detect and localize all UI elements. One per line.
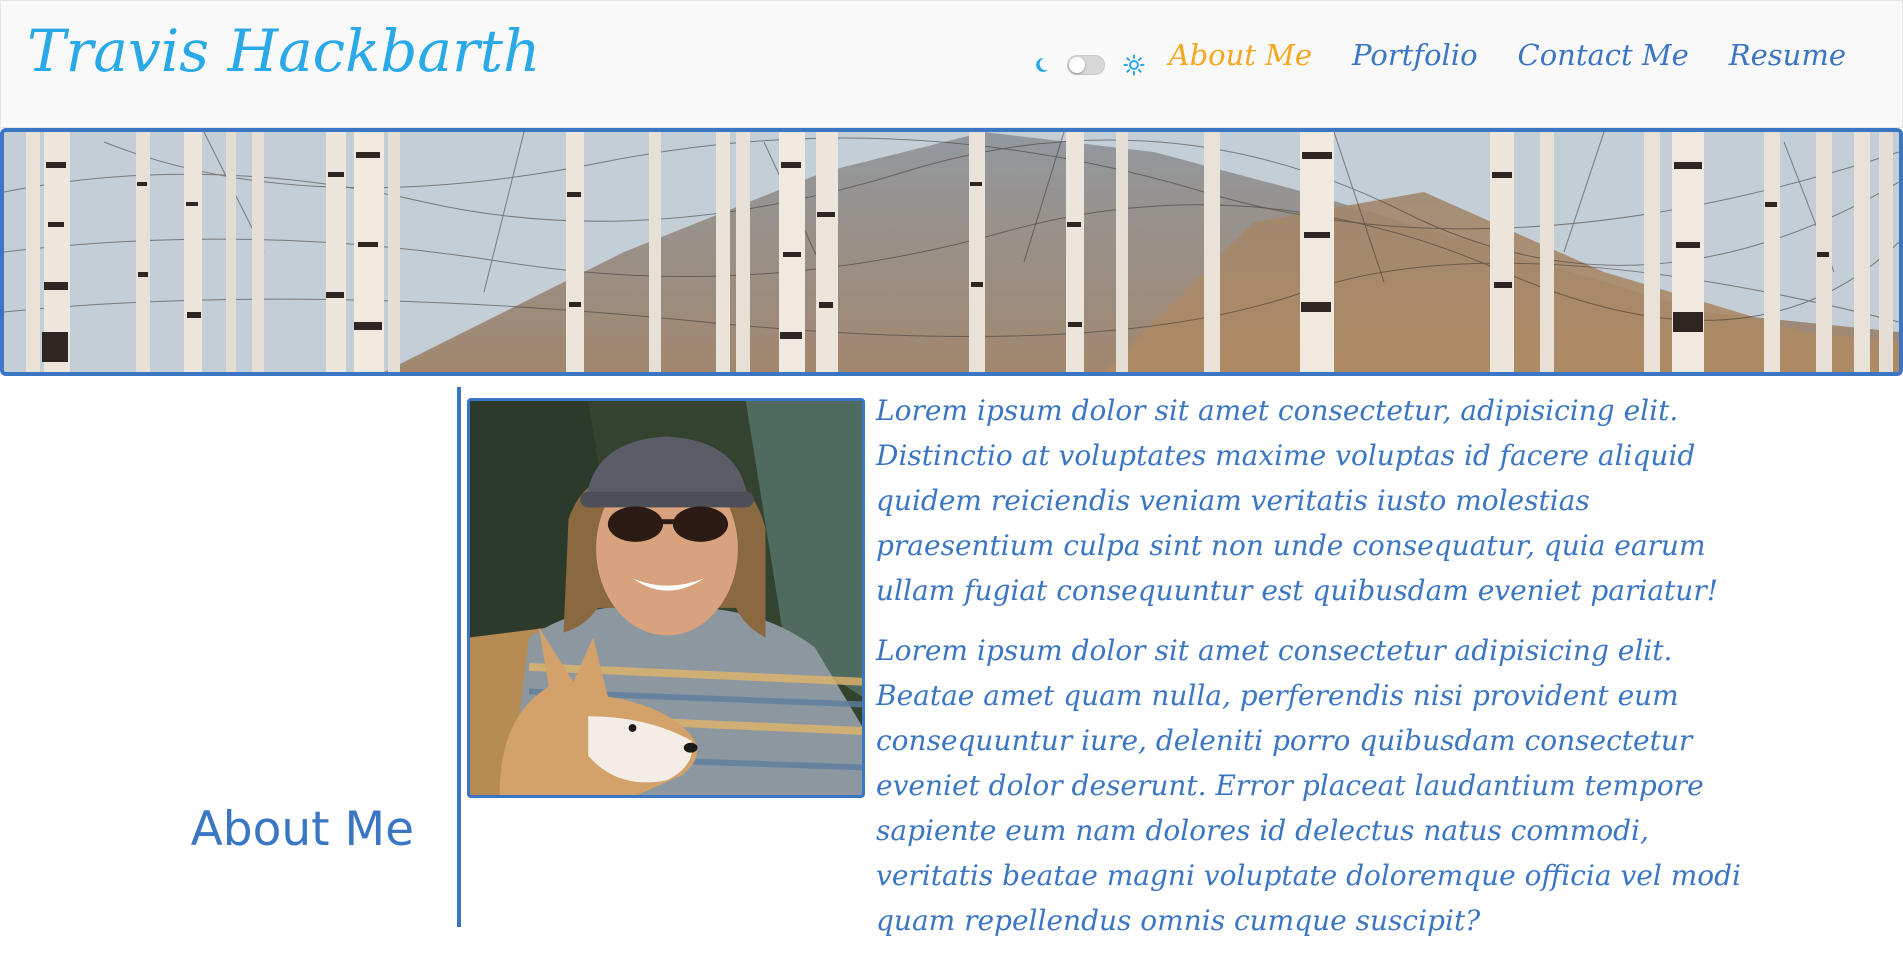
profile-photo-image — [470, 401, 862, 795]
nav-link-resume[interactable]: Resume — [1729, 35, 1846, 75]
site-header: Travis Hackbarth About Me Portfolio Cont… — [0, 0, 1903, 128]
theme-toggle[interactable] — [1031, 51, 1145, 79]
profile-photo — [467, 398, 865, 798]
section-divider — [457, 387, 461, 927]
bio-paragraph: Lorem ipsum dolor sit amet consectetur a… — [876, 634, 1742, 937]
theme-switch[interactable] — [1067, 55, 1105, 75]
nav-link-portfolio[interactable]: Portfolio — [1352, 35, 1478, 75]
moon-icon — [1031, 54, 1053, 76]
site-title[interactable]: Travis Hackbarth — [27, 15, 540, 87]
hero-banner — [0, 128, 1903, 376]
section-heading-about-me: About Me — [190, 802, 414, 857]
sun-icon — [1123, 54, 1145, 76]
nav-link-about-me[interactable]: About Me — [1169, 35, 1312, 75]
bio-text: Lorem ipsum dolor sit amet consectetur, … — [876, 388, 1756, 958]
nav-link-contact-me[interactable]: Contact Me — [1518, 35, 1689, 75]
main-nav: About Me Portfolio Contact Me Resume — [1169, 35, 1846, 75]
theme-switch-knob — [1069, 57, 1085, 73]
birch-forest-image — [4, 132, 1899, 372]
bio-paragraph: Lorem ipsum dolor sit amet consectetur, … — [876, 394, 1718, 607]
